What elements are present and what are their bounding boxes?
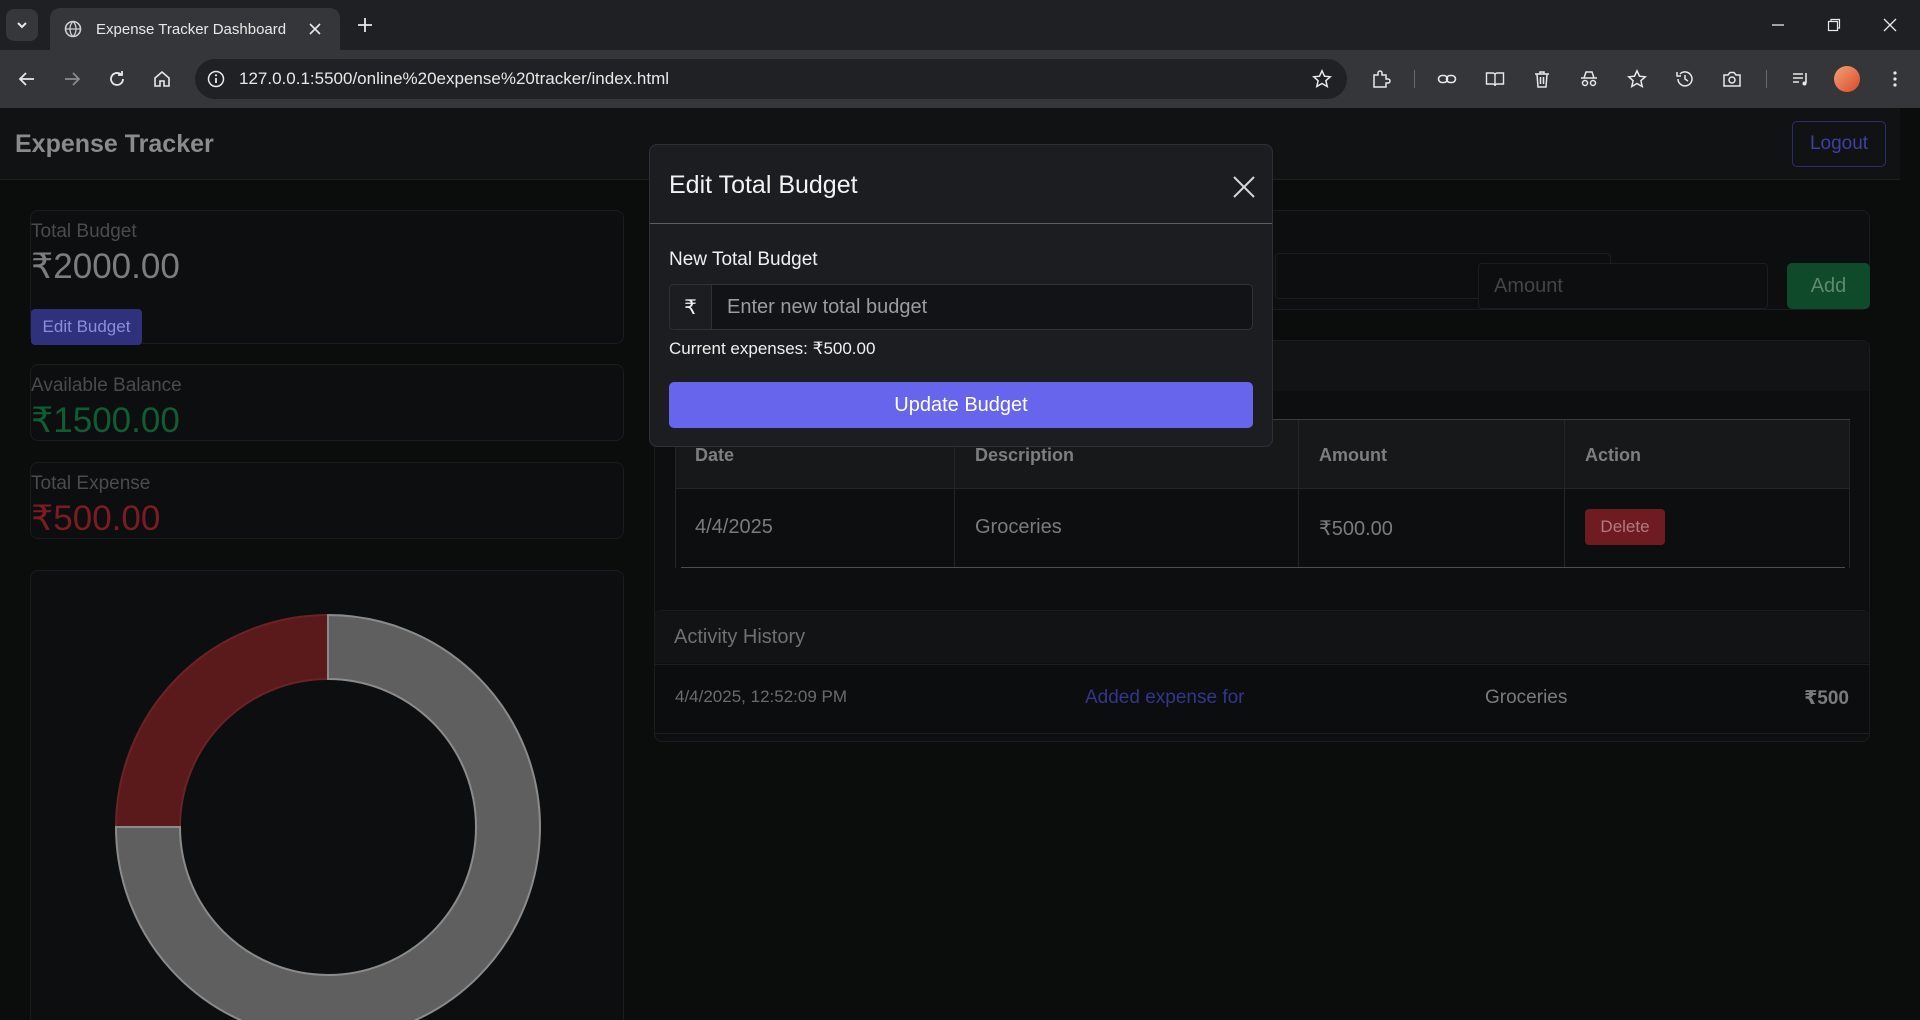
delete-button[interactable]: Delete <box>1585 509 1665 545</box>
current-expenses-text: Current expenses: ₹500.00 <box>669 339 876 358</box>
close-icon <box>1233 176 1255 198</box>
arrow-right-icon <box>65 72 81 86</box>
activity-time: 4/4/2025, 12:52:09 PM <box>675 687 848 706</box>
screenshot-icon[interactable] <box>1717 64 1747 94</box>
column-header-description: Description <box>975 445 1075 465</box>
minimize-button[interactable] <box>1765 12 1791 38</box>
globe-icon <box>64 20 82 38</box>
update-budget-button[interactable]: Update Budget <box>669 382 1253 428</box>
favorites-icon[interactable] <box>1622 64 1652 94</box>
chart-card <box>30 570 624 1020</box>
close-window-button[interactable] <box>1877 12 1903 38</box>
plus-icon <box>358 18 372 32</box>
browser-tab-bar: Expense Tracker Dashboard <box>0 0 1920 50</box>
reload-icon <box>110 71 124 86</box>
activity-action: Added expense for <box>1085 687 1245 708</box>
profile-avatar[interactable] <box>1834 66 1860 92</box>
row-description: Groceries <box>975 516 1062 538</box>
activity-history-card: Activity History 4/4/2025, 12:52:09 PM A… <box>654 610 1870 742</box>
extensions-icon[interactable] <box>1366 64 1396 94</box>
home-button[interactable] <box>147 64 177 94</box>
trash-icon[interactable] <box>1527 64 1557 94</box>
modal-title: Edit Total Budget <box>669 171 858 199</box>
activity-amount: ₹500 <box>1804 688 1849 709</box>
reading-mode-icon[interactable] <box>1480 64 1510 94</box>
app-title: Expense Tracker <box>15 130 214 158</box>
history-icon[interactable] <box>1670 64 1700 94</box>
expense-donut-chart <box>114 613 541 1020</box>
total-budget-card: Total Budget ₹2000.00 Edit Budget <box>30 210 624 345</box>
modal-divider <box>650 223 1272 224</box>
incognito-icon[interactable] <box>1574 64 1604 94</box>
chevron-down-icon <box>17 22 27 29</box>
modal-close-button[interactable] <box>1228 171 1260 203</box>
address-bar[interactable]: 127.0.0.1:5500/online%20expense%20tracke… <box>195 59 1347 99</box>
tab-close-button[interactable] <box>304 18 326 40</box>
available-balance-card: Available Balance ₹1500.00 <box>30 364 624 441</box>
column-header-amount: Amount <box>1319 445 1387 465</box>
url-text[interactable]: 127.0.0.1:5500/online%20expense%20tracke… <box>239 69 1307 89</box>
activity-description: Groceries <box>1485 687 1568 708</box>
reload-button[interactable] <box>102 64 132 94</box>
available-balance-label: Available Balance <box>31 375 182 396</box>
forward-button[interactable] <box>57 64 87 94</box>
link-icon[interactable] <box>1432 64 1462 94</box>
minimize-icon <box>1772 24 1784 26</box>
activity-history-title: Activity History <box>674 626 806 648</box>
browser-toolbar: 127.0.0.1:5500/online%20expense%20tracke… <box>0 50 1920 108</box>
logout-button[interactable]: Logout <box>1792 121 1886 167</box>
column-header-date: Date <box>695 445 735 465</box>
chart-slice-expense <box>114 613 329 828</box>
back-button[interactable] <box>12 64 42 94</box>
new-budget-label: New Total Budget <box>669 249 818 270</box>
total-budget-value: ₹2000.00 <box>31 247 180 286</box>
total-expense-card: Total Expense ₹500.00 <box>30 462 624 539</box>
restore-icon <box>1827 18 1841 32</box>
rupee-prefix: ₹ <box>670 285 712 329</box>
list-item: 4/4/2025, 12:52:09 PM Added expense for … <box>655 664 1869 734</box>
restore-button[interactable] <box>1821 12 1847 38</box>
total-expense-label: Total Expense <box>31 473 151 494</box>
tab-search-button[interactable] <box>6 9 38 41</box>
arrow-left-icon <box>18 72 34 86</box>
budget-input-group: ₹ <box>669 284 1253 330</box>
more-menu-icon[interactable] <box>1880 64 1910 94</box>
media-control-icon[interactable] <box>1786 64 1816 94</box>
bookmark-star-icon[interactable] <box>1307 64 1337 94</box>
add-expense-button[interactable]: Add <box>1787 263 1870 309</box>
edit-budget-modal: Edit Total Budget New Total Budget ₹ Cur… <box>649 144 1273 447</box>
amount-input[interactable]: Amount <box>1478 263 1768 309</box>
browser-tab[interactable]: Expense Tracker Dashboard <box>50 8 340 50</box>
close-icon <box>1883 18 1897 32</box>
row-date: 4/4/2025 <box>695 516 773 538</box>
available-balance-value: ₹1500.00 <box>31 401 180 440</box>
new-tab-button[interactable] <box>352 12 378 38</box>
row-amount: ₹500.00 <box>1319 518 1393 540</box>
total-expense-value: ₹500.00 <box>31 499 161 538</box>
site-info-icon[interactable] <box>203 66 229 92</box>
edit-budget-button[interactable]: Edit Budget <box>31 309 142 345</box>
home-icon <box>154 70 170 87</box>
close-icon <box>309 23 321 35</box>
total-budget-label: Total Budget <box>31 221 137 242</box>
new-budget-input[interactable] <box>712 285 1252 329</box>
tab-title: Expense Tracker Dashboard <box>96 20 287 38</box>
column-header-action: Action <box>1585 445 1641 465</box>
